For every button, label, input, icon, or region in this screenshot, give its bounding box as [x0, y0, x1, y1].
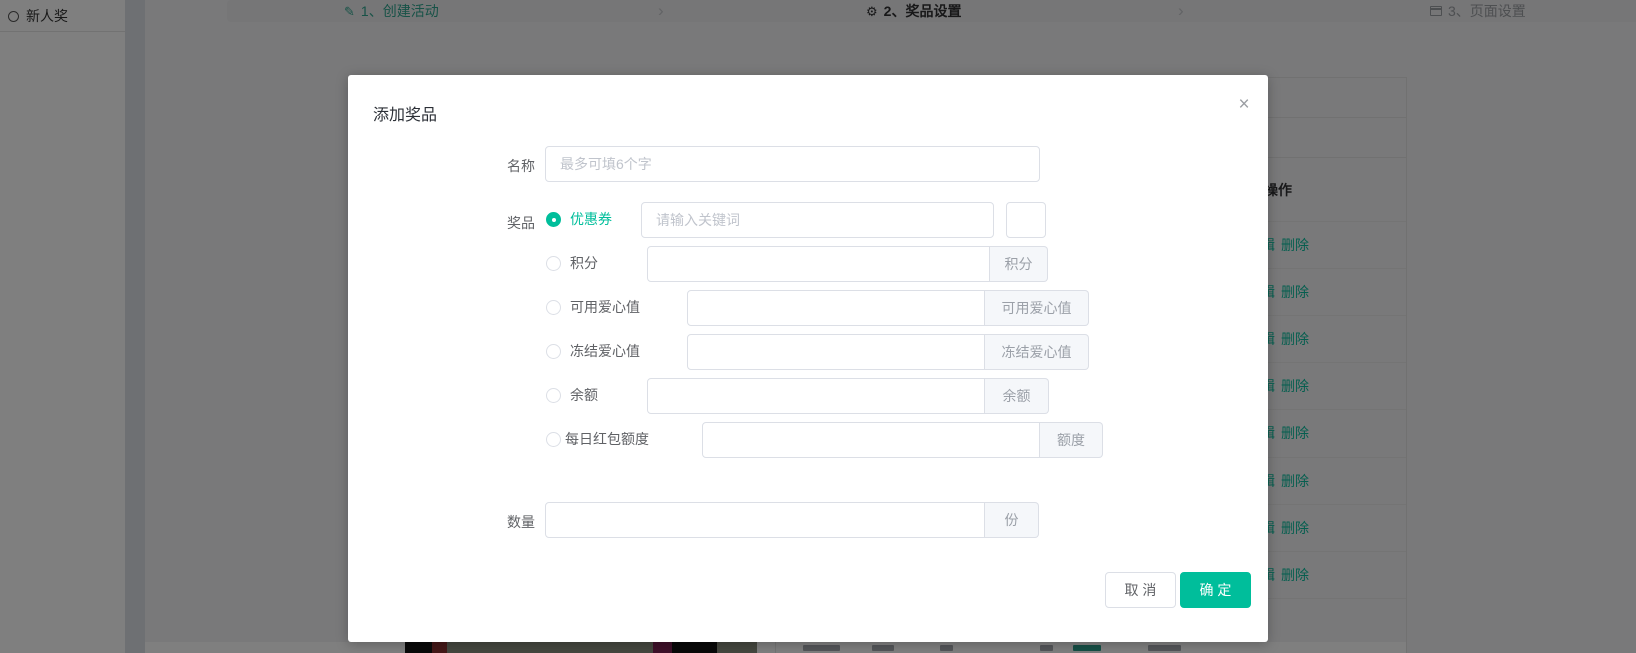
daily-redpacket-input[interactable] [702, 422, 1040, 458]
frozen-love-input[interactable] [687, 334, 985, 370]
daily-redpacket-suffix: 额度 [1040, 422, 1103, 458]
close-icon[interactable]: × [1232, 93, 1256, 117]
radio-points[interactable] [546, 256, 561, 271]
radio-frozen-love-label[interactable]: 冻结爱心值 [570, 344, 640, 359]
frozen-love-suffix: 冻结爱心值 [985, 334, 1089, 370]
add-prize-dialog: 添加奖品 × 名称 奖品 优惠券 积分 积分 可用爱心值 可用爱心值 冻结爱心值… [348, 75, 1268, 642]
dialog-title: 添加奖品 [373, 101, 437, 125]
radio-balance[interactable] [546, 388, 561, 403]
prize-label: 奖品 [448, 213, 535, 233]
confirm-button[interactable]: 确 定 [1180, 572, 1251, 608]
quantity-label: 数量 [448, 512, 535, 532]
coupon-select-box[interactable] [1006, 202, 1046, 238]
points-input[interactable] [647, 246, 990, 282]
balance-suffix: 余额 [985, 378, 1049, 414]
coupon-keyword-input[interactable] [641, 202, 994, 238]
radio-coupon[interactable] [546, 212, 561, 227]
quantity-suffix: 份 [985, 502, 1039, 538]
quantity-input[interactable] [545, 502, 985, 538]
radio-available-love-label[interactable]: 可用爱心值 [570, 300, 640, 315]
radio-points-label[interactable]: 积分 [570, 256, 598, 271]
balance-input[interactable] [647, 378, 985, 414]
page: 新人奖 ✎ 1、创建活动 › ⚙ 2、奖品设置 › 3、页面设置 操作 编辑 删… [0, 0, 1636, 653]
available-love-input[interactable] [687, 290, 985, 326]
cancel-button[interactable]: 取 消 [1105, 572, 1176, 608]
radio-coupon-label[interactable]: 优惠券 [570, 212, 612, 227]
available-love-suffix: 可用爱心值 [985, 290, 1089, 326]
points-suffix: 积分 [990, 246, 1048, 282]
name-input[interactable] [545, 146, 1040, 182]
radio-balance-label[interactable]: 余额 [570, 388, 598, 403]
radio-available-love[interactable] [546, 300, 561, 315]
radio-daily-redpacket-label[interactable]: 每日红包额度 [565, 432, 649, 447]
name-label: 名称 [448, 156, 535, 176]
radio-daily-redpacket[interactable] [546, 432, 561, 447]
radio-frozen-love[interactable] [546, 344, 561, 359]
